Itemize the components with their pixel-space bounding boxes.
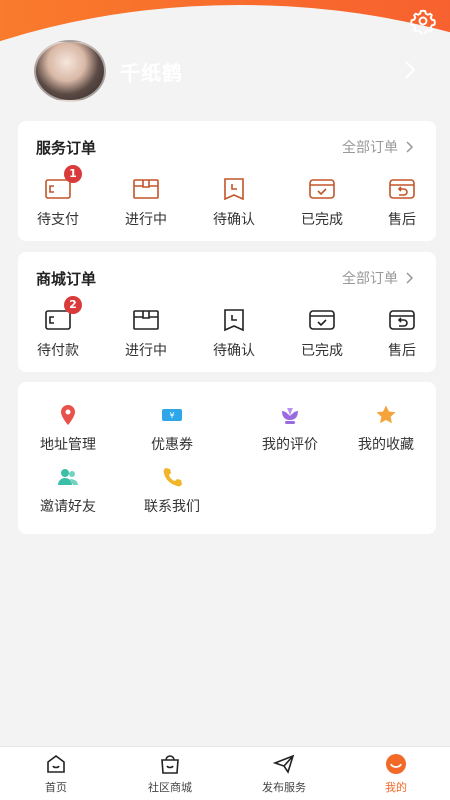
tool-coupon[interactable]: ¥ 优惠券: [122, 404, 222, 454]
svg-text:¥: ¥: [169, 411, 174, 420]
service-orders-all-link[interactable]: 全部订单: [342, 137, 414, 157]
box-icon: [133, 310, 159, 330]
order-in-progress[interactable]: 进行中: [106, 308, 186, 360]
tab-community-mall[interactable]: 社区商城: [120, 753, 220, 795]
chevron-right-icon[interactable]: [404, 60, 416, 80]
tool-favorites[interactable]: 我的收藏: [336, 404, 436, 454]
star-icon: [376, 405, 396, 424]
chevron-right-icon: [406, 272, 414, 284]
tool-label: 我的评价: [262, 437, 318, 453]
mall-orders-row: 2 待付款 进行中 待确认 已完成 售后: [18, 296, 436, 372]
shop-bag-icon: [161, 755, 179, 774]
mall-orders-title: 商城订单: [36, 270, 97, 288]
service-orders-row: 1 待支付 进行中 待确认 已完成 售后: [18, 165, 436, 241]
order-after-sales[interactable]: 售后: [362, 177, 442, 229]
order-label: 售后: [388, 212, 416, 228]
username: 千纸鹤: [120, 60, 183, 85]
home-icon: [47, 755, 65, 773]
order-label: 待付款: [37, 343, 79, 359]
tab-post-service[interactable]: 发布服务: [234, 753, 334, 795]
avatar[interactable]: [34, 40, 106, 102]
order-label: 进行中: [125, 343, 167, 359]
tool-address[interactable]: 地址管理: [18, 404, 118, 454]
order-to-confirm[interactable]: 待确认: [194, 177, 274, 229]
tool-label: 优惠券: [151, 437, 193, 453]
tool-label: 地址管理: [40, 437, 96, 453]
tools-card: 地址管理 ¥ 优惠券 我的评价 我的收藏 邀请好友 联系我们: [18, 382, 436, 534]
mall-orders-card: 商城订单 全部订单 2 待付款 进行中 待确认 已完成 售后: [18, 252, 436, 372]
service-orders-card: 服务订单 全部订单 1 待支付 进行中 待确认 已完成 售后: [18, 121, 436, 241]
return-icon: [389, 310, 415, 330]
tool-invite[interactable]: 邀请好友: [18, 466, 118, 516]
bottom-tab-bar: 首页 社区商城 发布服务 我的: [0, 746, 450, 800]
order-label: 已完成: [301, 212, 343, 228]
tool-label: 我的收藏: [358, 437, 414, 453]
order-completed[interactable]: 已完成: [282, 308, 362, 360]
clock-bookmark-icon: [224, 309, 244, 332]
order-pending-payment[interactable]: 1 待支付: [18, 165, 98, 229]
order-label: 售后: [388, 343, 416, 359]
profile-row[interactable]: 千纸鹤: [34, 40, 434, 102]
users-icon: [58, 469, 78, 485]
check-box-icon: [309, 310, 335, 330]
location-pin-icon: [61, 405, 75, 425]
tab-label: 发布服务: [262, 781, 306, 794]
smile-icon: [386, 754, 406, 774]
order-label: 待确认: [213, 343, 255, 359]
phone-icon: [163, 468, 182, 487]
order-label: 已完成: [301, 343, 343, 359]
order-after-sales[interactable]: 售后: [362, 308, 442, 360]
order-label: 进行中: [125, 212, 167, 228]
badge-count: 1: [64, 165, 82, 183]
coupon-icon: ¥: [162, 409, 182, 421]
order-to-confirm[interactable]: 待确认: [194, 308, 274, 360]
mall-orders-all-link[interactable]: 全部订单: [342, 268, 414, 288]
check-box-icon: [309, 179, 335, 199]
clock-bookmark-icon: [224, 178, 244, 201]
order-completed[interactable]: 已完成: [282, 177, 362, 229]
badge-count: 2: [64, 296, 82, 314]
chevron-right-icon: [406, 141, 414, 153]
tool-label: 联系我们: [144, 499, 200, 515]
tool-reviews[interactable]: 我的评价: [240, 404, 340, 454]
all-orders-label: 全部订单: [342, 271, 398, 287]
order-pending-payment[interactable]: 2 待付款: [18, 296, 98, 360]
box-icon: [133, 179, 159, 199]
tab-label: 我的: [385, 781, 407, 794]
return-icon: [389, 179, 415, 199]
flower-icon: [282, 408, 298, 424]
order-in-progress[interactable]: 进行中: [106, 177, 186, 229]
tab-home[interactable]: 首页: [6, 753, 106, 795]
tab-mine[interactable]: 我的: [346, 753, 446, 795]
order-label: 待支付: [37, 212, 79, 228]
tool-contact[interactable]: 联系我们: [122, 466, 222, 516]
all-orders-label: 全部订单: [342, 140, 398, 156]
order-label: 待确认: [213, 212, 255, 228]
tool-label: 邀请好友: [40, 499, 96, 515]
tab-label: 社区商城: [148, 781, 192, 794]
send-icon: [273, 754, 295, 774]
settings-gear-icon[interactable]: [410, 8, 436, 34]
service-orders-title: 服务订单: [36, 139, 97, 157]
tab-label: 首页: [45, 781, 67, 794]
